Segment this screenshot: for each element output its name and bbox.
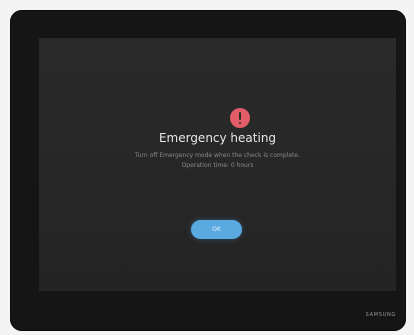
thermostat-device: Emergency heating Turn off Emergency mod… xyxy=(10,10,406,331)
brand-logo: SAMSUNG xyxy=(365,312,396,318)
exclamation-icon xyxy=(230,108,250,128)
display-screen: Emergency heating Turn off Emergency mod… xyxy=(39,38,396,291)
dialog-title: Emergency heating xyxy=(158,131,277,145)
dialog-message-line-2: Operation time: 0 hours xyxy=(181,162,254,169)
ok-button[interactable]: OK xyxy=(191,220,242,239)
dialog-message-line-1: Turn off Emergency mode when the check i… xyxy=(135,152,300,159)
